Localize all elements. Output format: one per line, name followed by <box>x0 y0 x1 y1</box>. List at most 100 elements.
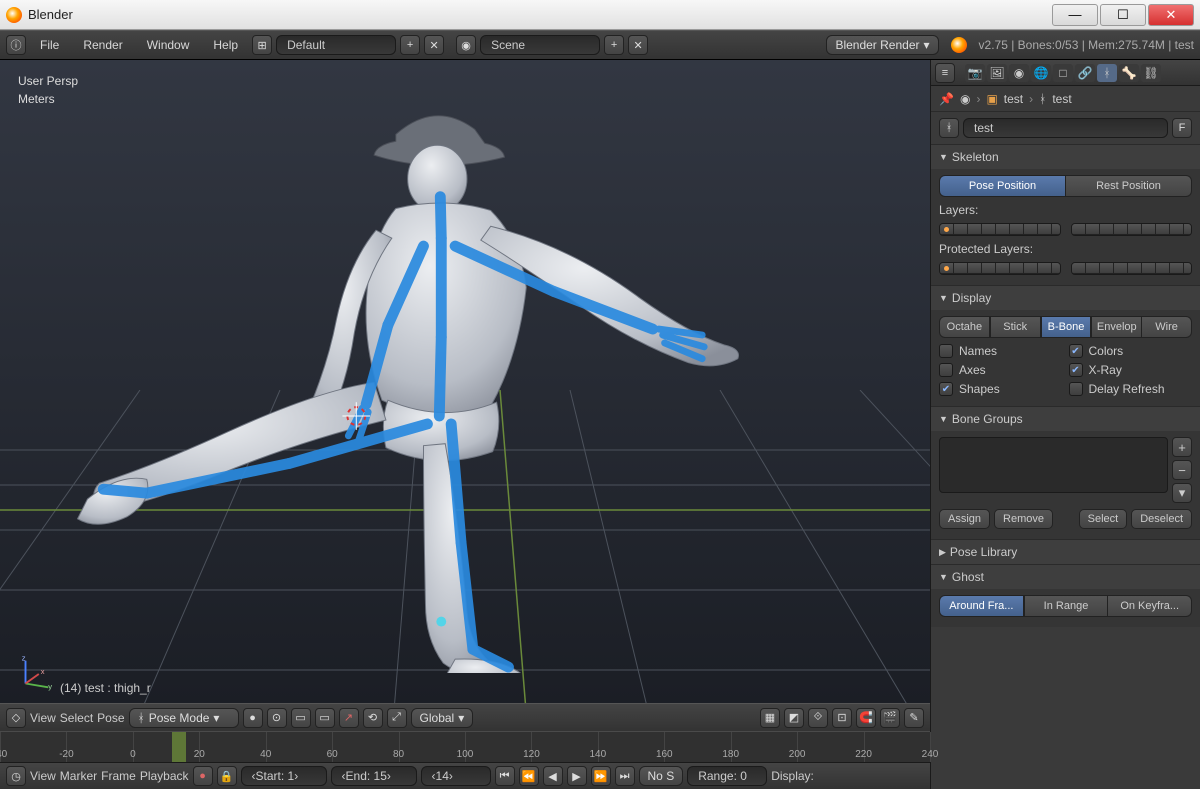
check-shapes[interactable]: ✔Shapes <box>939 382 1063 396</box>
bone-groups-list[interactable] <box>939 437 1168 493</box>
vp-gpencil-icon[interactable]: ✎ <box>904 708 924 728</box>
check-names[interactable]: Names <box>939 344 1063 358</box>
layer-cell[interactable] <box>940 263 954 274</box>
layer-cell[interactable] <box>1142 224 1156 235</box>
editor-type-icon[interactable]: ◇ <box>6 708 26 728</box>
vp-render-icon[interactable]: 🎬 <box>880 708 900 728</box>
display-mode-b-bone[interactable]: B-Bone <box>1041 316 1092 338</box>
vp-menu-select[interactable]: Select <box>60 711 93 725</box>
ghost-tab-2[interactable]: On Keyfra... <box>1108 595 1192 617</box>
play-icon[interactable]: ▶ <box>567 766 587 786</box>
minimize-button[interactable]: — <box>1052 4 1098 26</box>
timeline[interactable]: -40-20020406080100120140160180200220240 <box>0 731 930 763</box>
layer-cell[interactable] <box>1100 263 1114 274</box>
add-bone-group-button[interactable]: + <box>1172 437 1192 457</box>
layer-cell[interactable] <box>1100 224 1114 235</box>
layer-cell[interactable] <box>996 224 1010 235</box>
bonegroup-select-button[interactable]: Select <box>1079 509 1128 529</box>
layer-cell[interactable] <box>1114 224 1128 235</box>
panel-display-header[interactable]: ▼Display <box>931 286 1200 310</box>
tab-object-icon[interactable]: □ <box>1053 64 1073 82</box>
remove-bone-group-button[interactable]: − <box>1172 460 1192 480</box>
tab-world-icon[interactable]: 🌐 <box>1031 64 1051 82</box>
range-field[interactable]: Range: 0 <box>687 766 767 786</box>
start-frame-field[interactable]: ‹ Start: 1 › <box>241 766 327 786</box>
panel-bone-groups-header[interactable]: ▼Bone Groups <box>931 407 1200 431</box>
armature-layers-a[interactable] <box>939 223 1061 236</box>
layer-cell[interactable] <box>940 224 954 235</box>
layer-cell[interactable] <box>1010 224 1024 235</box>
menu-file[interactable]: File <box>30 36 69 54</box>
protected-layers-a[interactable] <box>939 262 1061 275</box>
layer-cell[interactable] <box>1052 224 1061 235</box>
mode-dropdown[interactable]: ᚼ Pose Mode ▾ <box>129 708 239 728</box>
layer-cell[interactable] <box>1156 224 1170 235</box>
properties-editor-icon[interactable]: ≡ <box>935 63 955 83</box>
vp-menu-view[interactable]: View <box>30 711 56 725</box>
pivot-icon[interactable]: ⊙ <box>267 708 287 728</box>
pin-icon[interactable]: 📌 <box>939 92 954 106</box>
remove-layout-button[interactable]: ✕ <box>424 35 444 55</box>
ghost-tab-1[interactable]: In Range <box>1024 595 1109 617</box>
layer-cell[interactable] <box>982 224 996 235</box>
jump-start-icon[interactable]: ⏮ <box>495 766 515 786</box>
layer-cell[interactable] <box>1052 263 1061 274</box>
layer-cell[interactable] <box>954 224 968 235</box>
manipulator-rotate-icon[interactable]: ⟲ <box>363 708 383 728</box>
layer-cell[interactable] <box>1086 263 1100 274</box>
maximize-button[interactable]: ☐ <box>1100 4 1146 26</box>
play-reverse-icon[interactable]: ◀ <box>543 766 563 786</box>
shading-solid-icon[interactable]: ● <box>243 708 263 728</box>
keyframe-next-icon[interactable]: ⏩ <box>591 766 611 786</box>
tab-scene-icon[interactable]: ◉ <box>1009 64 1029 82</box>
check-xray[interactable]: ✔X-Ray <box>1069 363 1193 377</box>
display-mode-envelop[interactable]: Envelop <box>1091 316 1142 338</box>
current-frame-field[interactable]: ‹ 14 › <box>421 766 491 786</box>
menu-help[interactable]: Help <box>203 36 248 54</box>
display-mode-octahe[interactable]: Octahe <box>939 316 990 338</box>
bonegroup-deselect-button[interactable]: Deselect <box>1131 509 1192 529</box>
tab-armature-icon[interactable]: ᚼ <box>1097 64 1117 82</box>
rest-position-button[interactable]: Rest Position <box>1066 175 1192 197</box>
tl-menu-marker[interactable]: Marker <box>60 769 97 783</box>
layer-cell[interactable] <box>1128 263 1142 274</box>
tab-constraints-icon[interactable]: 🔗 <box>1075 64 1095 82</box>
armature-layers-b[interactable] <box>1071 223 1193 236</box>
vp-tool-4[interactable]: ⊡ <box>832 708 852 728</box>
bonegroup-remove-button[interactable]: Remove <box>994 509 1053 529</box>
protected-layers-b[interactable] <box>1071 262 1193 275</box>
3d-viewport[interactable]: User Persp Meters z y x (14) test : thig… <box>0 60 930 703</box>
layer-cell[interactable] <box>1038 224 1052 235</box>
scene-field[interactable]: Scene <box>480 35 600 55</box>
vp-tool-2[interactable]: ◩ <box>784 708 804 728</box>
tl-menu-playback[interactable]: Playback <box>140 769 189 783</box>
layer-cell[interactable] <box>982 263 996 274</box>
manipulator-translate-icon[interactable]: ↗ <box>339 708 359 728</box>
layer-cell[interactable] <box>968 263 982 274</box>
layer-cell[interactable] <box>1142 263 1156 274</box>
bonegroup-assign-button[interactable]: Assign <box>939 509 990 529</box>
fake-user-button[interactable]: F <box>1172 118 1192 138</box>
tl-menu-view[interactable]: View <box>30 769 56 783</box>
layer-cell[interactable] <box>1156 263 1170 274</box>
jump-end-icon[interactable]: ⏭ <box>615 766 635 786</box>
lock-icon[interactable]: 🔒 <box>217 766 237 786</box>
auto-keyframe-icon[interactable]: ● <box>193 766 213 786</box>
tab-render-icon[interactable]: 📷 <box>965 64 985 82</box>
panel-pose-library-header[interactable]: ▶Pose Library <box>931 540 1200 564</box>
layer-cell[interactable] <box>1072 263 1086 274</box>
layer-cell[interactable] <box>954 263 968 274</box>
breadcrumb-object[interactable]: test <box>1004 92 1023 106</box>
breadcrumb-data[interactable]: test <box>1052 92 1071 106</box>
info-editor-icon[interactable]: ⓘ <box>6 35 26 55</box>
layer-cell[interactable] <box>1184 263 1193 274</box>
panel-skeleton-header[interactable]: ▼Skeleton <box>931 145 1200 169</box>
layer-cell[interactable] <box>1024 224 1038 235</box>
scene-browse-icon[interactable]: ◉ <box>456 35 476 55</box>
layer-cell[interactable] <box>1170 224 1184 235</box>
add-scene-button[interactable]: + <box>604 35 624 55</box>
timeline-cursor[interactable] <box>172 732 186 762</box>
tl-menu-frame[interactable]: Frame <box>101 769 136 783</box>
close-button[interactable]: ✕ <box>1148 4 1194 26</box>
vp-tool-1[interactable]: ▦ <box>760 708 780 728</box>
